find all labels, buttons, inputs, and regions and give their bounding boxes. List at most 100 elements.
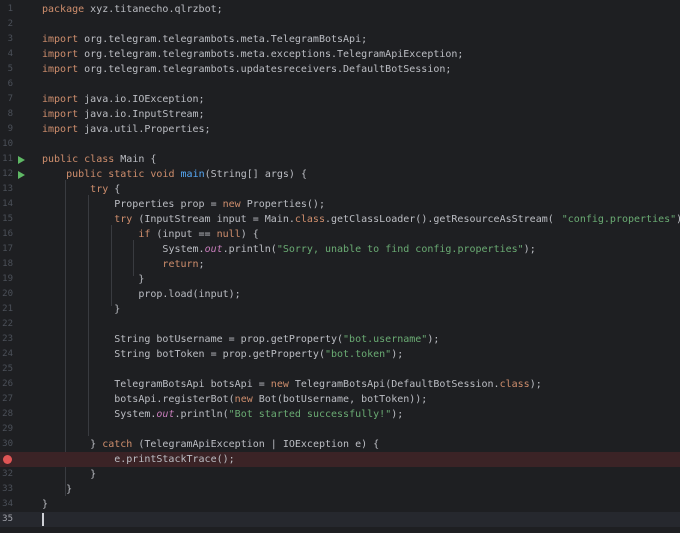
code-text: String botUsername = prop.getProperty("b…: [114, 334, 440, 345]
code-line-6[interactable]: 6: [0, 77, 680, 92]
code-text: try {: [90, 184, 121, 195]
code-text: try (InputStream input = Main.class.getC…: [114, 214, 680, 225]
line-number: 3: [7, 34, 13, 44]
code-line-19[interactable]: 19 }: [0, 272, 680, 287]
code-line-24[interactable]: 24 String botToken = prop.getProperty("b…: [0, 347, 680, 362]
code-line-9[interactable]: 9 import java.util.Properties;: [0, 122, 680, 137]
line-number: 13: [2, 184, 13, 194]
line-number: 33: [2, 484, 13, 494]
line-number: 6: [7, 79, 13, 89]
code-editor[interactable]: 1 package xyz.titanecho.qlrzbot; 2 3 imp…: [0, 0, 680, 533]
code-line-23[interactable]: 23 String botUsername = prop.getProperty…: [0, 332, 680, 347]
line-number: 21: [2, 304, 13, 314]
code-line-26[interactable]: 26 TelegramBotsApi botsApi = new Telegra…: [0, 377, 680, 392]
code-line-18[interactable]: 18 return;: [0, 257, 680, 272]
code-line-14[interactable]: 14 Properties prop = new Properties();: [0, 197, 680, 212]
code-text: System.out.println("Sorry, unable to fin…: [162, 244, 536, 255]
code-text: String botToken = prop.getProperty("bot.…: [114, 349, 404, 360]
code-line-22[interactable]: 22: [0, 317, 680, 332]
line-number: 5: [7, 64, 13, 74]
line-number: 19: [2, 274, 13, 284]
code-line-8[interactable]: 8 import java.io.InputStream;: [0, 107, 680, 122]
line-number: 20: [2, 289, 13, 299]
line-number: 32: [2, 469, 13, 479]
code-line-13[interactable]: 13 try {: [0, 182, 680, 197]
code-line-1[interactable]: 1 package xyz.titanecho.qlrzbot;: [0, 2, 680, 17]
code-line-10[interactable]: 10: [0, 137, 680, 152]
code-line-25[interactable]: 25: [0, 362, 680, 377]
code-line-29[interactable]: 29: [0, 422, 680, 437]
code-line-17[interactable]: 17 System.out.println("Sorry, unable to …: [0, 242, 680, 257]
line-number: 27: [2, 394, 13, 404]
code-text: e.printStackTrace();: [114, 454, 235, 465]
line-number: 12: [2, 169, 13, 179]
line-number: 10: [2, 139, 13, 149]
code-text: import java.io.IOException;: [42, 94, 205, 105]
code-line-35[interactable]: 35: [0, 512, 680, 527]
line-number: 14: [2, 199, 13, 209]
code-line-15[interactable]: 15 try (InputStream input = Main.class.g…: [0, 212, 680, 227]
text-caret: [42, 513, 44, 526]
code-text: System.out.println("Bot started successf…: [114, 409, 404, 420]
code-text: import org.telegram.telegrambots.meta.Te…: [42, 34, 368, 45]
code-line-33[interactable]: 33 }: [0, 482, 680, 497]
code-text: }: [66, 484, 73, 495]
line-number: 9: [7, 124, 13, 134]
code-line-5[interactable]: 5 import org.telegram.telegrambots.updat…: [0, 62, 680, 77]
code-line-20[interactable]: 20 prop.load(input);: [0, 287, 680, 302]
code-text: public static void main(String[] args) {: [66, 169, 307, 180]
code-text: return;: [162, 259, 205, 270]
code-text: } catch (TelegramApiException | IOExcept…: [90, 439, 380, 450]
code-line-30[interactable]: 30 } catch (TelegramApiException | IOExc…: [0, 437, 680, 452]
code-line-16[interactable]: 16 if (input == null) {: [0, 227, 680, 242]
breakpoint-icon[interactable]: [2, 455, 12, 465]
code-text: }: [90, 469, 97, 480]
line-number: 16: [2, 229, 13, 239]
line-number: 25: [2, 364, 13, 374]
code-line-7[interactable]: 7 import java.io.IOException;: [0, 92, 680, 107]
code-line-4[interactable]: 4 import org.telegram.telegrambots.meta.…: [0, 47, 680, 62]
code-line-2[interactable]: 2: [0, 17, 680, 32]
code-text: import org.telegram.telegrambots.meta.ex…: [42, 49, 464, 60]
code-text: import java.io.InputStream;: [42, 109, 205, 120]
line-number: 29: [2, 424, 13, 434]
code-line-12[interactable]: 12 public static void main(String[] args…: [0, 167, 680, 182]
code-text: if (input == null) {: [138, 229, 259, 240]
line-number: 4: [7, 49, 13, 59]
code-text: Properties prop = new Properties();: [114, 199, 325, 210]
code-line-27[interactable]: 27 botsApi.registerBot(new Bot(botUserna…: [0, 392, 680, 407]
code-line-11[interactable]: 11 public class Main {: [0, 152, 680, 167]
line-number: 28: [2, 409, 13, 419]
line-number: 17: [2, 244, 13, 254]
code-line-3[interactable]: 3 import org.telegram.telegrambots.meta.…: [0, 32, 680, 47]
line-number: 23: [2, 334, 13, 344]
run-class-icon[interactable]: [16, 155, 26, 165]
code-line-21[interactable]: 21 }: [0, 302, 680, 317]
code-text: import java.util.Properties;: [42, 124, 211, 135]
line-number: 24: [2, 349, 13, 359]
code-text: package xyz.titanecho.qlrzbot;: [42, 4, 223, 15]
line-number: 35: [2, 514, 13, 524]
code-line-28[interactable]: 28 System.out.println("Bot started succe…: [0, 407, 680, 422]
line-number: 11: [2, 154, 13, 164]
code-text: }: [114, 304, 121, 315]
code-text: }: [138, 274, 145, 285]
line-number: 7: [7, 94, 13, 104]
code-line-32[interactable]: 32 }: [0, 467, 680, 482]
code-text: }: [42, 499, 49, 510]
code-text: prop.load(input);: [138, 289, 241, 300]
code-line-31[interactable]: e.printStackTrace();: [0, 452, 680, 467]
line-number: 34: [2, 499, 13, 509]
line-number: 22: [2, 319, 13, 329]
line-number: 1: [7, 4, 13, 14]
line-number: 15: [2, 214, 13, 224]
code-text: TelegramBotsApi botsApi = new TelegramBo…: [114, 379, 542, 390]
run-main-icon[interactable]: [16, 170, 26, 180]
line-number: 18: [2, 259, 13, 269]
code-line-34[interactable]: 34 }: [0, 497, 680, 512]
line-number: 8: [7, 109, 13, 119]
line-number: 26: [2, 379, 13, 389]
code-text: import org.telegram.telegrambots.updates…: [42, 64, 452, 75]
code-text: public class Main {: [42, 154, 157, 165]
line-number: 2: [7, 19, 13, 29]
